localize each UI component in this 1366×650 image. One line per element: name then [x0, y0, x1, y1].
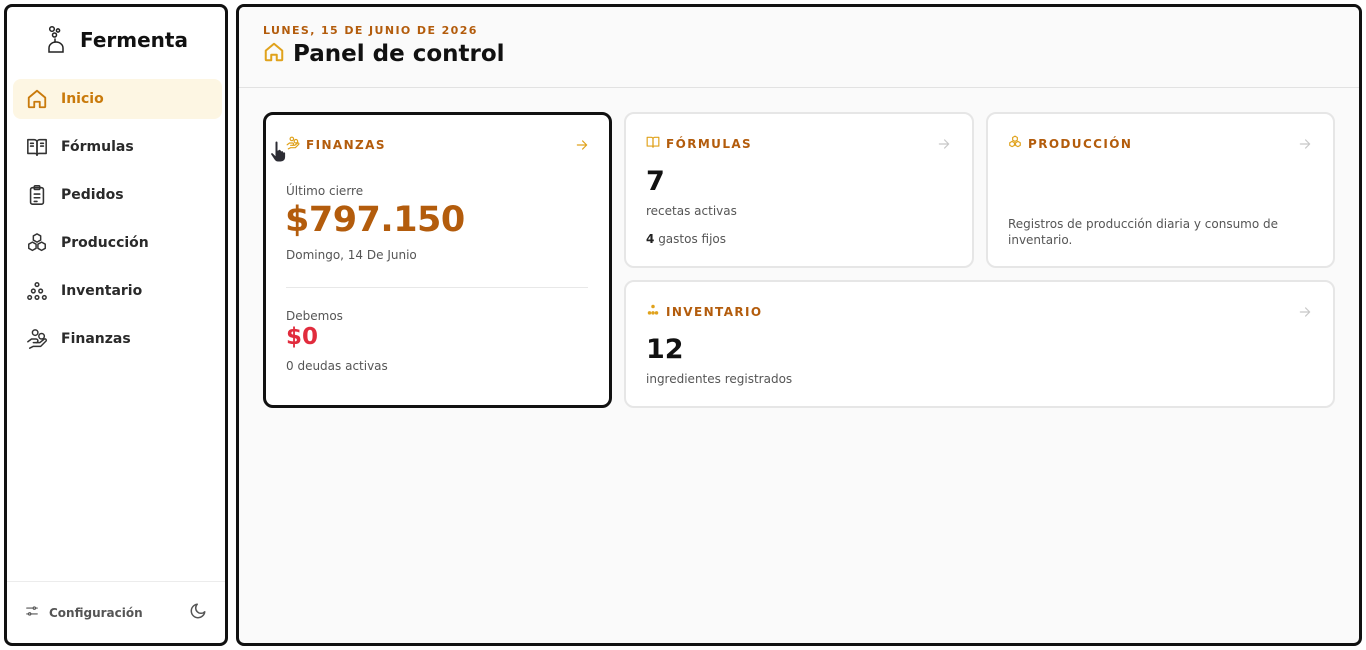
sidebar-item-label: Inicio — [61, 91, 104, 107]
card-title: FÓRMULAS — [666, 136, 753, 151]
debt-amount: $0 — [286, 324, 319, 350]
home-icon — [263, 41, 285, 67]
card-title: FINANZAS — [306, 137, 386, 152]
book-open-icon — [646, 134, 660, 153]
book-open-icon — [25, 135, 49, 159]
page-title: Panel de control — [293, 41, 505, 67]
boxes-icon — [1008, 134, 1022, 153]
current-date: LUNES, 15 DE JUNIO DE 2026 — [263, 24, 478, 37]
inventario-count: 12 — [646, 334, 684, 365]
arrow-right-icon[interactable] — [575, 137, 589, 151]
sidebar-item-label: Inventario — [61, 283, 143, 299]
arrow-right-icon[interactable] — [1298, 304, 1312, 318]
sidebar-item-pedidos[interactable]: Pedidos — [13, 175, 222, 215]
hand-cursor-icon — [269, 140, 289, 164]
divider — [286, 287, 588, 288]
settings-button[interactable]: Configuración — [25, 603, 143, 622]
brand[interactable]: Fermenta — [7, 7, 225, 73]
finanzas-card[interactable]: FINANZAS Último cierre $797.150 Domingo,… — [263, 112, 612, 408]
arrow-right-icon[interactable] — [937, 136, 951, 150]
last-close-date: Domingo, 14 De Junio — [286, 248, 417, 262]
settings-label: Configuración — [49, 605, 143, 620]
produccion-card[interactable]: PRODUCCIÓN Registros de producción diari… — [986, 112, 1335, 268]
fixed-costs: 4 gastos fijos — [646, 232, 726, 246]
sidebar-footer: Configuración — [7, 581, 225, 643]
debt-count: 0 deudas activas — [286, 359, 388, 373]
debt-label: Debemos — [286, 309, 343, 323]
card-title: INVENTARIO — [666, 304, 763, 319]
produccion-description: Registros de producción diaria y consumo… — [1008, 217, 1279, 247]
sidebar: Fermenta Inicio Fórmulas Pedidos Producc… — [4, 4, 228, 646]
dots-pyramid-icon — [646, 302, 660, 321]
last-close-label: Último cierre — [286, 184, 364, 198]
sidebar-item-label: Fórmulas — [61, 139, 134, 155]
sidebar-item-finanzas[interactable]: Finanzas — [13, 319, 222, 359]
inventario-count-label: ingredientes registrados — [646, 372, 793, 386]
sidebar-item-label: Pedidos — [61, 187, 124, 203]
moon-icon[interactable] — [189, 602, 207, 624]
fixed-costs-label: gastos fijos — [658, 232, 727, 246]
main-panel: LUNES, 15 DE JUNIO DE 2026 Panel de cont… — [236, 4, 1362, 646]
card-title: PRODUCCIÓN — [1028, 136, 1133, 151]
clipboard-list-icon — [25, 183, 49, 207]
sidebar-item-formulas[interactable]: Fórmulas — [13, 127, 222, 167]
formulas-count: 7 — [646, 166, 665, 197]
page-header: LUNES, 15 DE JUNIO DE 2026 Panel de cont… — [239, 7, 1359, 88]
sidebar-item-label: Producción — [61, 235, 149, 251]
sidebar-item-inventario[interactable]: Inventario — [13, 271, 222, 311]
sidebar-item-produccion[interactable]: Producción — [13, 223, 222, 263]
fermenta-logo-icon — [44, 25, 68, 55]
last-close-amount: $797.150 — [285, 200, 465, 240]
sliders-icon — [25, 603, 39, 622]
home-icon — [25, 87, 49, 111]
app-name: Fermenta — [80, 28, 188, 52]
hand-coins-icon — [25, 327, 49, 351]
sidebar-nav: Inicio Fórmulas Pedidos Producción Inven… — [7, 73, 225, 581]
sidebar-item-inicio[interactable]: Inicio — [13, 79, 222, 119]
dots-pyramid-icon — [25, 279, 49, 303]
formulas-count-label: recetas activas — [646, 204, 737, 218]
formulas-card[interactable]: FÓRMULAS 7 recetas activas 4 gastos fijo… — [624, 112, 974, 268]
sidebar-item-label: Finanzas — [61, 331, 131, 347]
arrow-right-icon[interactable] — [1298, 136, 1312, 150]
boxes-icon — [25, 231, 49, 255]
inventario-card[interactable]: INVENTARIO 12 ingredientes registrados — [624, 280, 1335, 408]
fixed-costs-count: 4 — [646, 232, 655, 246]
